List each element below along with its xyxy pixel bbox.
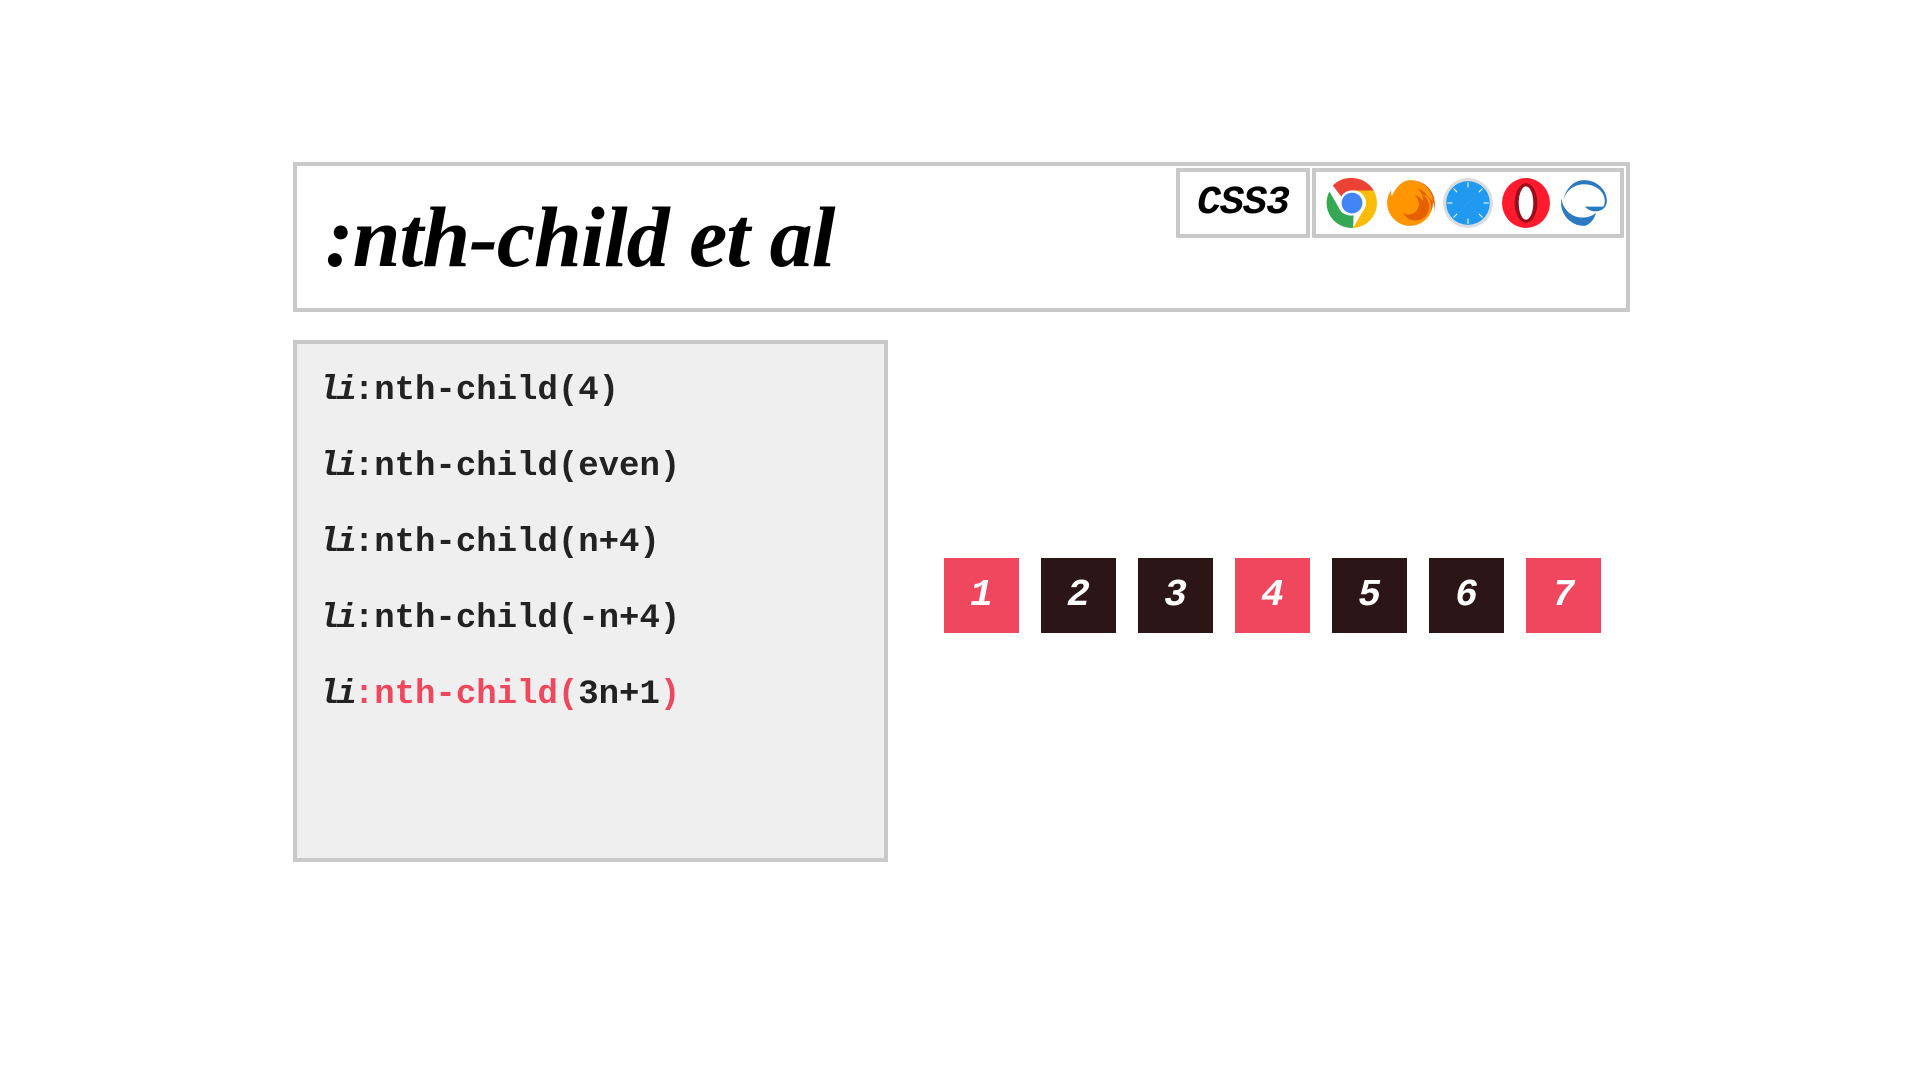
- browser-support-row: [1312, 168, 1624, 238]
- code-line: li:nth-child(n+4): [319, 524, 862, 562]
- code-pseudo: :nth-child(: [354, 372, 578, 410]
- tile: 6: [1429, 558, 1504, 633]
- tile-row: 1 2 3 4 5 6 7: [944, 558, 1601, 633]
- code-arg: even: [578, 448, 660, 486]
- tile: 2: [1041, 558, 1116, 633]
- code-panel: li:nth-child(4) li:nth-child(even) li:nt…: [293, 340, 888, 862]
- code-pseudo: ): [660, 676, 680, 714]
- code-pseudo: :nth-child(: [354, 524, 578, 562]
- code-line-active: li:nth-child(3n+1): [319, 676, 862, 714]
- tile: 5: [1332, 558, 1407, 633]
- code-element: li: [319, 600, 354, 638]
- safari-icon: [1442, 177, 1494, 229]
- code-line: li:nth-child(-n+4): [319, 600, 862, 638]
- tile: 4: [1235, 558, 1310, 633]
- opera-icon: [1500, 177, 1552, 229]
- code-pseudo: ): [599, 372, 619, 410]
- chrome-icon: [1326, 177, 1378, 229]
- code-pseudo: :nth-child(: [354, 448, 578, 486]
- edge-icon: [1558, 177, 1610, 229]
- code-pseudo: ): [660, 448, 680, 486]
- code-element: li: [319, 524, 354, 562]
- code-arg: 3n+1: [578, 676, 660, 714]
- code-line: li:nth-child(4): [319, 372, 862, 410]
- code-element: li: [319, 676, 354, 714]
- code-arg: n+4: [578, 524, 639, 562]
- slide-title: :nth-child et al: [297, 187, 835, 287]
- code-arg: 4: [578, 372, 598, 410]
- code-pseudo: ): [660, 600, 680, 638]
- code-line: li:nth-child(even): [319, 448, 862, 486]
- css-version-badge: CSS3: [1176, 168, 1310, 238]
- tile: 1: [944, 558, 1019, 633]
- slide: :nth-child et al CSS3: [192, 108, 1728, 972]
- code-pseudo: ): [639, 524, 659, 562]
- code-element: li: [319, 372, 354, 410]
- code-pseudo: :nth-child(: [354, 600, 578, 638]
- code-element: li: [319, 448, 354, 486]
- tile: 3: [1138, 558, 1213, 633]
- tile: 7: [1526, 558, 1601, 633]
- code-arg: -n+4: [578, 600, 660, 638]
- code-pseudo: :nth-child(: [354, 676, 578, 714]
- firefox-icon: [1384, 177, 1436, 229]
